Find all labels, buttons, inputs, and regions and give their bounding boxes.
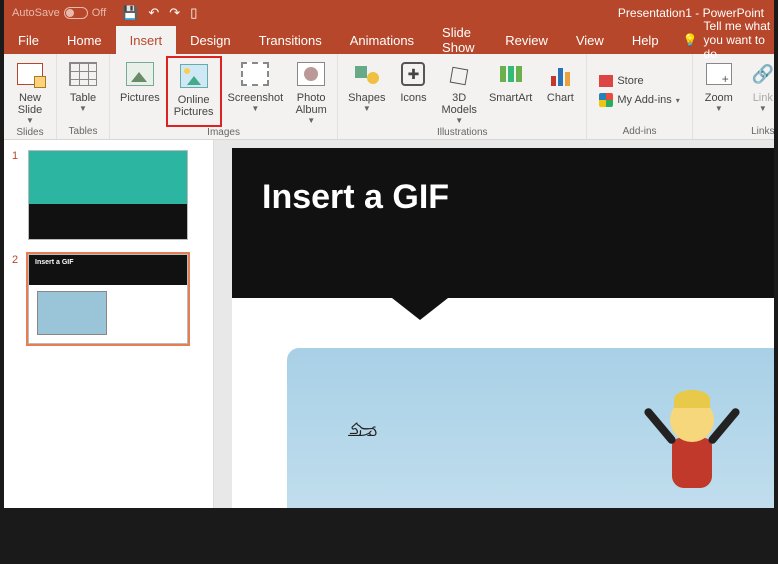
shapes-icon — [353, 62, 381, 86]
chart-icon — [546, 62, 574, 86]
document-title: Presentation1 - PowerPoint — [618, 6, 774, 20]
autosave-label: AutoSave — [12, 7, 60, 19]
3d-models-button[interactable]: 3DModels ▼ — [435, 56, 482, 127]
slide-image[interactable]: 𐦐 — [287, 348, 774, 508]
ribbon-tabs: File Home Insert Design Transitions Anim… — [4, 26, 774, 54]
banner-arrow-icon — [392, 298, 448, 320]
tab-home[interactable]: Home — [53, 26, 116, 54]
chevron-down-icon: ▼ — [79, 104, 87, 113]
new-slide-button[interactable]: NewSlide ▼ — [8, 56, 52, 127]
group-label-slides: Slides — [8, 127, 52, 140]
slide-thumbnail-2[interactable]: Insert a GIF — [28, 254, 188, 344]
photo-album-button[interactable]: PhotoAlbum ▼ — [289, 56, 333, 127]
autosave-state: Off — [92, 7, 106, 19]
group-label-tables: Tables — [61, 126, 105, 139]
chart-button[interactable]: Chart — [538, 56, 582, 127]
slide-canvas[interactable]: Insert a GIF 𐦐 — [214, 140, 774, 508]
group-tables: Table ▼ Tables — [57, 54, 110, 139]
group-images: Pictures OnlinePictures Screenshot ▼ Pho… — [110, 54, 338, 139]
chevron-down-icon: ▾ — [676, 96, 680, 105]
thumbnail-image-placeholder — [37, 291, 107, 335]
start-from-beginning-icon[interactable]: ▯ — [190, 5, 197, 21]
thumbnail-number: 2 — [12, 254, 22, 344]
table-button[interactable]: Table ▼ — [61, 56, 105, 126]
thumbnail-row: 2 Insert a GIF — [12, 254, 205, 344]
group-label-images: Images — [114, 127, 333, 140]
tab-transitions[interactable]: Transitions — [245, 26, 336, 54]
icons-icon: ✚ — [401, 62, 425, 86]
zoom-button[interactable]: Zoom ▼ — [697, 56, 741, 126]
powerpoint-window: AutoSave Off 💾 ↶ ↷ ▯ Presentation1 - Pow… — [4, 0, 774, 508]
link-button: 🔗 Link ▼ — [741, 56, 774, 126]
tab-animations[interactable]: Animations — [336, 26, 428, 54]
undo-icon[interactable]: ↶ — [148, 5, 159, 21]
group-addins: Store My Add-ins ▾ Add-ins — [587, 54, 692, 139]
group-links: Zoom ▼ 🔗 Link ▼ Action Links — [693, 54, 774, 139]
bird-illustration: 𐦐 — [347, 418, 378, 445]
online-pictures-icon — [180, 64, 208, 88]
icons-button[interactable]: ✚ Icons — [391, 56, 435, 127]
group-slides: NewSlide ▼ Slides — [4, 54, 57, 139]
tell-me-search[interactable]: 💡 Tell me what you want to do — [673, 26, 774, 54]
tab-help[interactable]: Help — [618, 26, 673, 54]
chevron-down-icon: ▼ — [759, 104, 767, 113]
store-icon — [599, 75, 613, 87]
group-illustrations: Shapes ▼ ✚ Icons 3DModels ▼ SmartArt — [338, 54, 587, 139]
chevron-down-icon: ▼ — [455, 116, 463, 125]
pictures-icon — [126, 62, 154, 86]
screenshot-icon — [241, 62, 269, 86]
group-label-illustrations: Illustrations — [342, 127, 582, 140]
thumbnail-number: 1 — [12, 150, 22, 240]
quick-access-toolbar: 💾 ↶ ↷ ▯ — [114, 5, 197, 21]
shapes-button[interactable]: Shapes ▼ — [342, 56, 391, 127]
group-label-links: Links — [697, 126, 774, 139]
link-icon: 🔗 — [752, 64, 774, 85]
slide-thumbnails-panel[interactable]: 1 2 Insert a GIF — [4, 140, 214, 508]
new-slide-icon — [17, 63, 43, 85]
zoom-icon — [706, 63, 732, 85]
photo-album-icon — [297, 62, 325, 86]
chevron-down-icon: ▼ — [715, 104, 723, 113]
slide-thumbnail-1[interactable] — [28, 150, 188, 240]
slide: Insert a GIF 𐦐 — [232, 148, 774, 508]
redo-icon[interactable]: ↷ — [169, 5, 180, 21]
tab-review[interactable]: Review — [491, 26, 562, 54]
group-label-addins: Add-ins — [591, 126, 687, 139]
title-bar: AutoSave Off 💾 ↶ ↷ ▯ Presentation1 - Pow… — [4, 0, 774, 26]
smartart-icon — [497, 62, 525, 86]
character-illustration — [670, 398, 714, 488]
thumbnail-title: Insert a GIF — [29, 255, 187, 285]
slide-title[interactable]: Insert a GIF — [262, 178, 744, 217]
autosave-toggle[interactable]: AutoSave Off — [4, 7, 114, 19]
pictures-button[interactable]: Pictures — [114, 56, 166, 127]
autosave-switch-icon — [64, 7, 88, 19]
lightbulb-icon: 💡 — [683, 33, 698, 47]
tab-insert[interactable]: Insert — [116, 26, 177, 54]
workspace: 1 2 Insert a GIF Insert a GIF — [4, 140, 774, 508]
smartart-button[interactable]: SmartArt — [483, 56, 538, 127]
chevron-down-icon: ▼ — [363, 104, 371, 113]
tab-design[interactable]: Design — [176, 26, 244, 54]
slide-title-banner: Insert a GIF — [232, 148, 774, 298]
chevron-down-icon: ▼ — [26, 116, 34, 125]
screenshot-button[interactable]: Screenshot ▼ — [222, 56, 290, 127]
my-addins-button[interactable]: My Add-ins ▾ — [599, 93, 679, 107]
online-pictures-button[interactable]: OnlinePictures — [166, 56, 222, 127]
save-icon[interactable]: 💾 — [122, 5, 138, 21]
3d-models-icon — [447, 62, 471, 86]
tab-view[interactable]: View — [562, 26, 618, 54]
store-button[interactable]: Store — [599, 75, 679, 87]
tab-slideshow[interactable]: Slide Show — [428, 26, 491, 54]
addins-icon — [599, 93, 613, 107]
table-icon — [69, 62, 97, 86]
tab-file[interactable]: File — [4, 26, 53, 54]
thumbnail-row: 1 — [12, 150, 205, 240]
ribbon: NewSlide ▼ Slides Table ▼ Tables Picture — [4, 54, 774, 140]
chevron-down-icon: ▼ — [251, 104, 259, 113]
chevron-down-icon: ▼ — [307, 116, 315, 125]
